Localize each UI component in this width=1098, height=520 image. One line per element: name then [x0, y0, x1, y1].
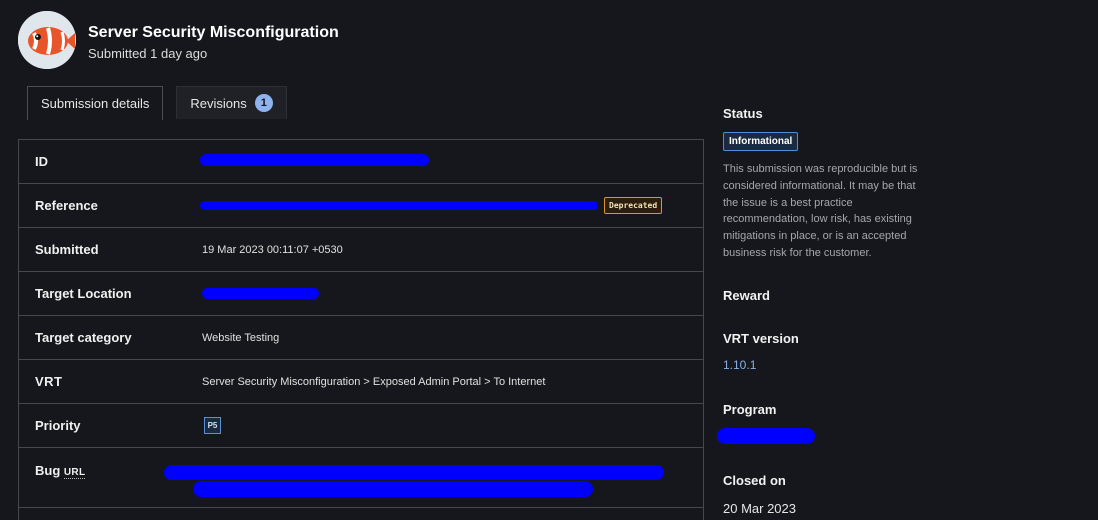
row-submitted: Submitted 19 Mar 2023 00:11:07 +0530	[19, 228, 703, 272]
status-description: This submission was reproducible but is …	[723, 163, 918, 259]
bug-label: Bug	[35, 463, 61, 478]
redacted-reference	[200, 201, 598, 210]
deprecated-badge: Deprecated	[604, 197, 663, 214]
redacted-program[interactable]	[717, 428, 815, 444]
tab-label: Submission details	[41, 96, 150, 111]
bug-url-label: Bug URL	[35, 463, 86, 479]
submitted-label: Submitted	[35, 242, 99, 257]
vrt-version-link[interactable]: 1.10.1	[723, 358, 756, 372]
priority-badge: P5	[204, 417, 221, 434]
reward-heading: Reward	[723, 288, 770, 303]
url-abbr: URL	[63, 467, 86, 479]
redacted-bug-url-line1[interactable]	[164, 465, 664, 480]
tab-bar: Submission details Revisions 1	[27, 86, 287, 120]
vrt-value: Server Security Misconfiguration > Expos…	[202, 375, 546, 388]
target-category-value: Website Testing	[202, 331, 280, 344]
target-category-label: Target category	[35, 330, 132, 345]
row-priority: Priority P5	[19, 404, 703, 448]
row-id: ID	[19, 140, 703, 184]
tab-revisions[interactable]: Revisions 1	[176, 86, 287, 119]
priority-label: Priority	[35, 418, 81, 433]
status-heading: Status	[723, 106, 763, 121]
row-reference: Reference Deprecated	[19, 184, 703, 228]
row-bug-url: Bug URL	[19, 448, 703, 508]
revisions-count-badge: 1	[254, 94, 273, 112]
redacted-id	[200, 154, 429, 166]
reference-label: Reference	[35, 198, 98, 213]
tab-label: Revisions	[190, 95, 247, 111]
target-location-label: Target Location	[35, 286, 132, 301]
closed-on-value: 20 Mar 2023	[723, 501, 796, 516]
row-vrt: VRT Server Security Misconfiguration > E…	[19, 360, 703, 404]
status-badge: Informational	[723, 132, 799, 151]
page-title: Server Security Misconfiguration	[88, 24, 339, 41]
redacted-target-location[interactable]	[202, 288, 319, 299]
submission-details-table: ID Reference Deprecated Submitted 19 Mar…	[18, 139, 704, 520]
clownfish-avatar-icon	[18, 11, 76, 69]
row-target-location: Target Location	[19, 272, 703, 316]
vrt-label: VRT	[35, 374, 63, 389]
vrt-version-heading: VRT version	[723, 331, 799, 346]
program-heading: Program	[723, 402, 777, 417]
vrt-logo-icon: VRT	[723, 331, 749, 346]
row-target-category: Target category Website Testing	[19, 316, 703, 360]
submitted-time: Submitted 1 day ago	[88, 46, 208, 61]
vrt-version-label: version	[752, 331, 799, 346]
submitted-value: 19 Mar 2023 00:11:07 +0530	[202, 243, 343, 256]
id-label: ID	[35, 154, 48, 169]
closed-on-heading: Closed on	[723, 473, 786, 488]
tab-submission-details[interactable]: Submission details	[27, 86, 164, 120]
redacted-bug-url-line2[interactable]	[193, 481, 593, 497]
